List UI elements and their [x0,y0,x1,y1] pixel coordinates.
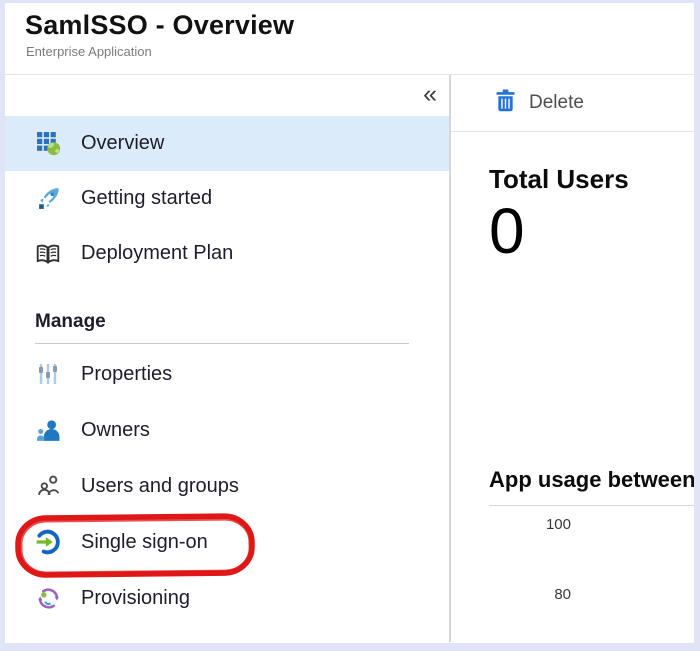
sidebar-item-single-sign-on[interactable]: Single sign-on [5,514,449,570]
y-axis-tick: 80 [511,585,571,605]
sidebar-item-label: Overview [81,132,164,155]
sliders-icon [35,361,61,387]
section-divider [35,343,409,344]
owners-people-icon [35,417,61,443]
sidebar-item-label: Provisioning [81,587,190,610]
y-axis-tick: 100 [511,515,571,535]
total-users-label: Total Users [489,164,694,195]
sync-arrows-icon [35,585,61,611]
chart-top-divider [489,505,694,506]
sidebar-item-getting-started[interactable]: Getting started [5,171,449,226]
manage-section-header: Manage [35,311,449,333]
sidebar-item-overview[interactable]: Overview [5,116,449,171]
command-bar: Delete [451,75,694,132]
open-book-icon [35,241,61,267]
sidebar-item-label: Getting started [81,187,212,210]
sidebar-item-deployment-plan[interactable]: Deployment Plan [5,226,449,281]
rocket-icon [35,186,61,212]
main-panel: Delete Total Users 0 App usage between 1… [451,75,694,642]
sidebar-item-label: Owners [81,419,150,442]
sidebar-item-label: Single sign-on [81,531,208,554]
overview-grid-globe-icon [35,131,61,157]
manage-list: Properties Owners [5,346,449,626]
delete-button[interactable]: Delete [495,89,584,117]
sidebar-item-label: Properties [81,363,172,386]
page-subtitle: Enterprise Application [26,44,694,59]
page-header: SamlSSO - Overview Enterprise Applicatio… [5,3,694,75]
sidebar-item-label: Users and groups [81,475,239,498]
sidebar-nav: « Overview [5,75,451,642]
content-area: « Overview [5,75,694,642]
sidebar-item-users-and-groups[interactable]: Users and groups [5,458,449,514]
page-title: SamlSSO - Overview [25,10,694,41]
sidebar-item-label: Deployment Plan [81,242,233,265]
sign-in-arrow-icon [35,529,61,555]
delete-button-label: Delete [529,92,584,114]
sidebar-item-properties[interactable]: Properties [5,346,449,402]
app-window: SamlSSO - Overview Enterprise Applicatio… [5,3,694,643]
collapse-sidebar-icon[interactable]: « [423,79,437,109]
users-outline-icon [35,473,61,499]
total-users-value: 0 [489,199,694,263]
trash-icon [495,89,516,117]
sidebar-item-owners[interactable]: Owners [5,402,449,458]
sidebar-collapse-row: « [5,75,449,116]
app-usage-chart-title: App usage between [489,467,694,493]
sidebar-item-provisioning[interactable]: Provisioning [5,570,449,626]
